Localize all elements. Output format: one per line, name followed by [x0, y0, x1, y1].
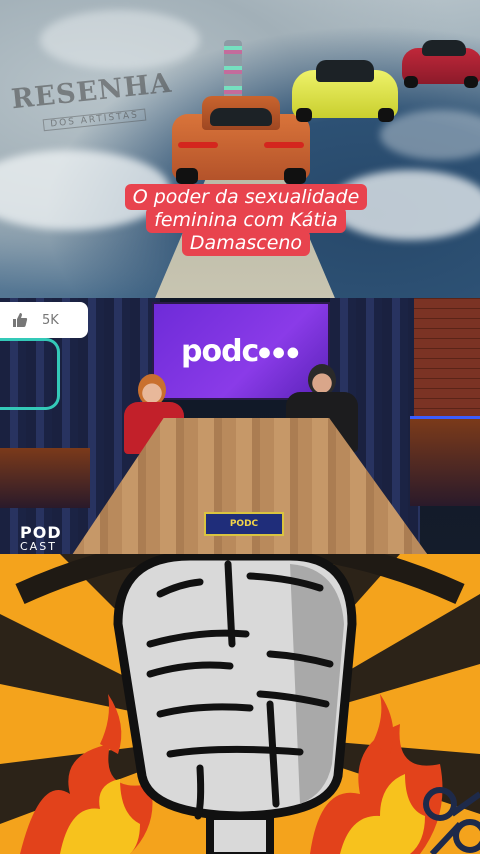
watermark-logo: RESENHA DOS ARTISTAS — [10, 68, 176, 135]
video-caption: O poder da sexualidade feminina com Káti… — [122, 184, 370, 256]
podcast-logo-line2: CAST — [20, 540, 57, 553]
table-sign: PODC — [204, 512, 284, 536]
caption-line: feminina com Kátia — [146, 206, 346, 233]
cloud — [40, 10, 200, 70]
watermark-main: RESENHA — [9, 67, 174, 116]
caption-line: Damasceno — [181, 229, 311, 256]
podcast-logo: POD CAST — [20, 523, 62, 553]
like-button[interactable]: 5K — [0, 302, 88, 338]
microphone-emblem — [0, 554, 480, 854]
shelf-right — [410, 416, 480, 506]
shelf-left — [0, 448, 90, 508]
gameplay-panel: RESENHA DOS ARTISTAS O poder da sexualid… — [0, 0, 480, 298]
orange-car — [172, 96, 310, 184]
like-count: 5K — [42, 312, 59, 328]
microphone-emblem-panel — [0, 554, 480, 854]
brick-wall — [414, 298, 480, 418]
red-car — [402, 38, 480, 88]
neon-light — [0, 338, 60, 410]
yellow-car — [292, 56, 398, 122]
screen-logo-text: podc — [181, 333, 259, 369]
microphone-icon — [113, 554, 357, 854]
thumbs-up-icon — [13, 313, 28, 327]
podcast-logo-line1: POD — [20, 523, 62, 542]
watermark-sub: DOS ARTISTAS — [42, 108, 147, 132]
